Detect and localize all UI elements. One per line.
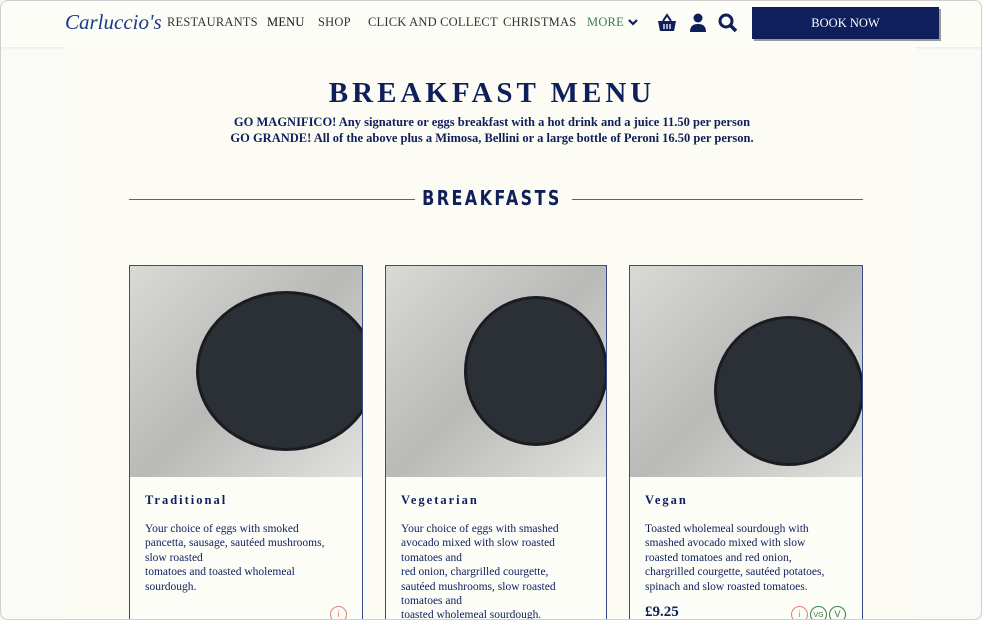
chevron-down-icon[interactable]	[627, 18, 639, 28]
nav-menu[interactable]: MENU	[267, 15, 305, 30]
nav-more[interactable]: MORE	[587, 15, 624, 30]
basket-icon[interactable]	[657, 13, 677, 33]
dish-name: Vegan	[645, 493, 688, 507]
nav-restaurants[interactable]: RESTAURANTS	[167, 15, 258, 30]
nav-click-and-collect[interactable]: CLICK AND COLLECT	[368, 15, 498, 30]
user-icon[interactable]	[689, 13, 707, 33]
section-heading: BREAKFASTS	[422, 186, 562, 210]
divider-right	[572, 199, 863, 200]
menu-card-traditional[interactable]: Traditional Your choice of eggs with smok…	[129, 265, 363, 619]
dish-description: Your choice of eggs with smoked pancetta…	[145, 523, 325, 593]
nav-christmas[interactable]: CHRISTMAS	[503, 15, 576, 30]
menu-card-vegetarian[interactable]: Vegetarian Your choice of eggs with smash…	[385, 265, 607, 620]
allergen-info-icon[interactable]: i	[791, 606, 808, 619]
dish-name: Traditional	[145, 493, 228, 507]
intro-offer-2: GO GRANDE! All of the above plus a Mimos…	[230, 131, 754, 145]
menu-card-vegan[interactable]: Vegan Toasted wholemeal sourdough with sm…	[629, 265, 863, 620]
vegetarian-badge-icon: V	[829, 606, 846, 619]
vegan-badge-icon: VG	[810, 606, 827, 619]
search-icon[interactable]	[718, 13, 738, 33]
page-title: BREAKFAST MENU	[328, 77, 656, 109]
intro-offer-1: GO MAGNIFICO! Any signature or eggs brea…	[233, 115, 751, 129]
nav-shop[interactable]: SHOP	[318, 15, 351, 30]
dish-price: £9.25	[645, 604, 679, 620]
dish-photo	[630, 266, 862, 477]
dish-photo	[130, 266, 362, 477]
logo[interactable]: Carluccio's	[65, 10, 162, 35]
dish-photo	[386, 266, 606, 477]
dish-description: Toasted wholemeal sourdough with smashed…	[645, 523, 825, 593]
page: Carluccio's RESTAURANTS MENU SHOP CLICK …	[0, 0, 982, 620]
dish-name: Vegetarian	[401, 493, 479, 507]
dish-description: Your choice of eggs with smashed avocado…	[401, 523, 559, 620]
allergen-info-icon[interactable]: i	[330, 606, 347, 619]
site-header: Carluccio's RESTAURANTS MENU SHOP CLICK …	[1, 1, 981, 47]
book-now-button[interactable]: BOOK NOW	[752, 7, 939, 39]
